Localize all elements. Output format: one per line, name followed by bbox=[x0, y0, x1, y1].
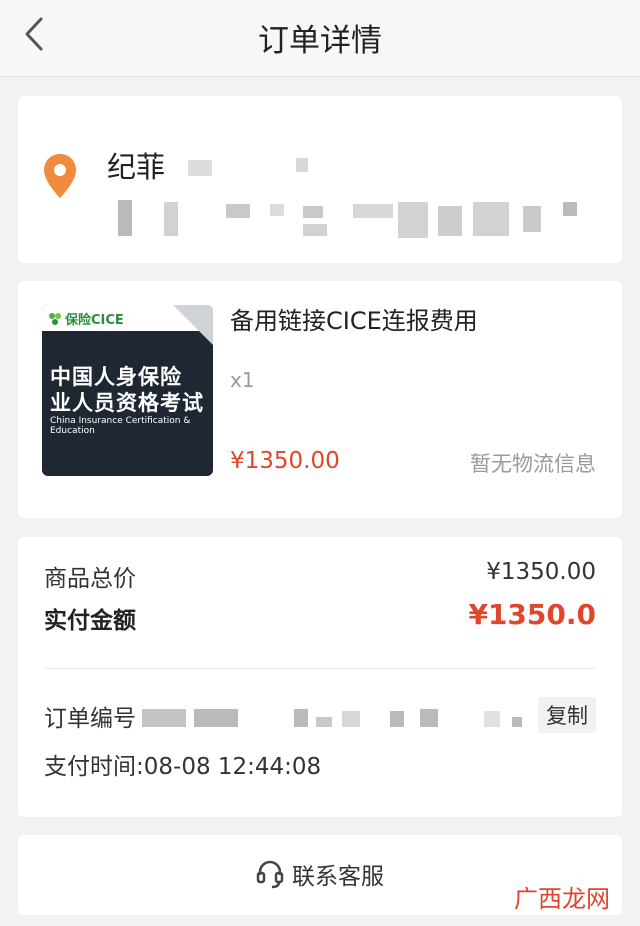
copy-button[interactable]: 复制 bbox=[538, 697, 596, 733]
product-title[interactable]: 备用链接CICE连报费用 bbox=[230, 301, 478, 336]
pay-time: 支付时间:08-08 12:44:08 bbox=[44, 754, 322, 780]
product-price: ¥1350.00 bbox=[230, 448, 340, 474]
address-card[interactable]: 纪菲 bbox=[18, 96, 622, 263]
total-label: 商品总价 bbox=[44, 566, 136, 592]
paid-value: ¥1350.0 bbox=[468, 598, 596, 631]
paid-label: 实付金额 bbox=[44, 608, 136, 634]
total-value: ¥1350.00 bbox=[486, 559, 596, 585]
location-pin-icon bbox=[44, 154, 76, 198]
thumbnail-corner-decoration bbox=[173, 305, 213, 345]
clover-icon bbox=[49, 312, 61, 325]
logo-text: 保险CICE bbox=[65, 313, 124, 328]
payment-card: 商品总价 ¥1350.00 实付金额 ¥1350.0 订单编号 复制 支付时间:… bbox=[18, 537, 622, 817]
navbar: 订单详情 bbox=[0, 0, 640, 77]
product-thumbnail[interactable]: 保险CICE 中国人身保险 业人员资格考试 China Insurance Ce… bbox=[42, 305, 213, 476]
goods-card[interactable]: 保险CICE 中国人身保险 业人员资格考试 China Insurance Ce… bbox=[18, 281, 622, 518]
watermark-text: 广西龙网 bbox=[514, 885, 610, 913]
product-quantity: x1 bbox=[230, 368, 255, 392]
contact-service-label: 联系客服 bbox=[292, 864, 384, 890]
divider bbox=[44, 668, 596, 669]
page-title: 订单详情 bbox=[258, 23, 382, 59]
cice-logo: 保险CICE bbox=[48, 309, 124, 328]
thumbnail-line-2: 业人员资格考试 bbox=[50, 391, 204, 415]
order-number-label: 订单编号 bbox=[44, 706, 136, 732]
logistics-status: 暂无物流信息 bbox=[470, 452, 596, 476]
headset-icon bbox=[256, 860, 284, 889]
recipient-name: 纪菲 bbox=[107, 150, 166, 184]
thumbnail-english: China Insurance Certification & Educatio… bbox=[50, 416, 191, 436]
